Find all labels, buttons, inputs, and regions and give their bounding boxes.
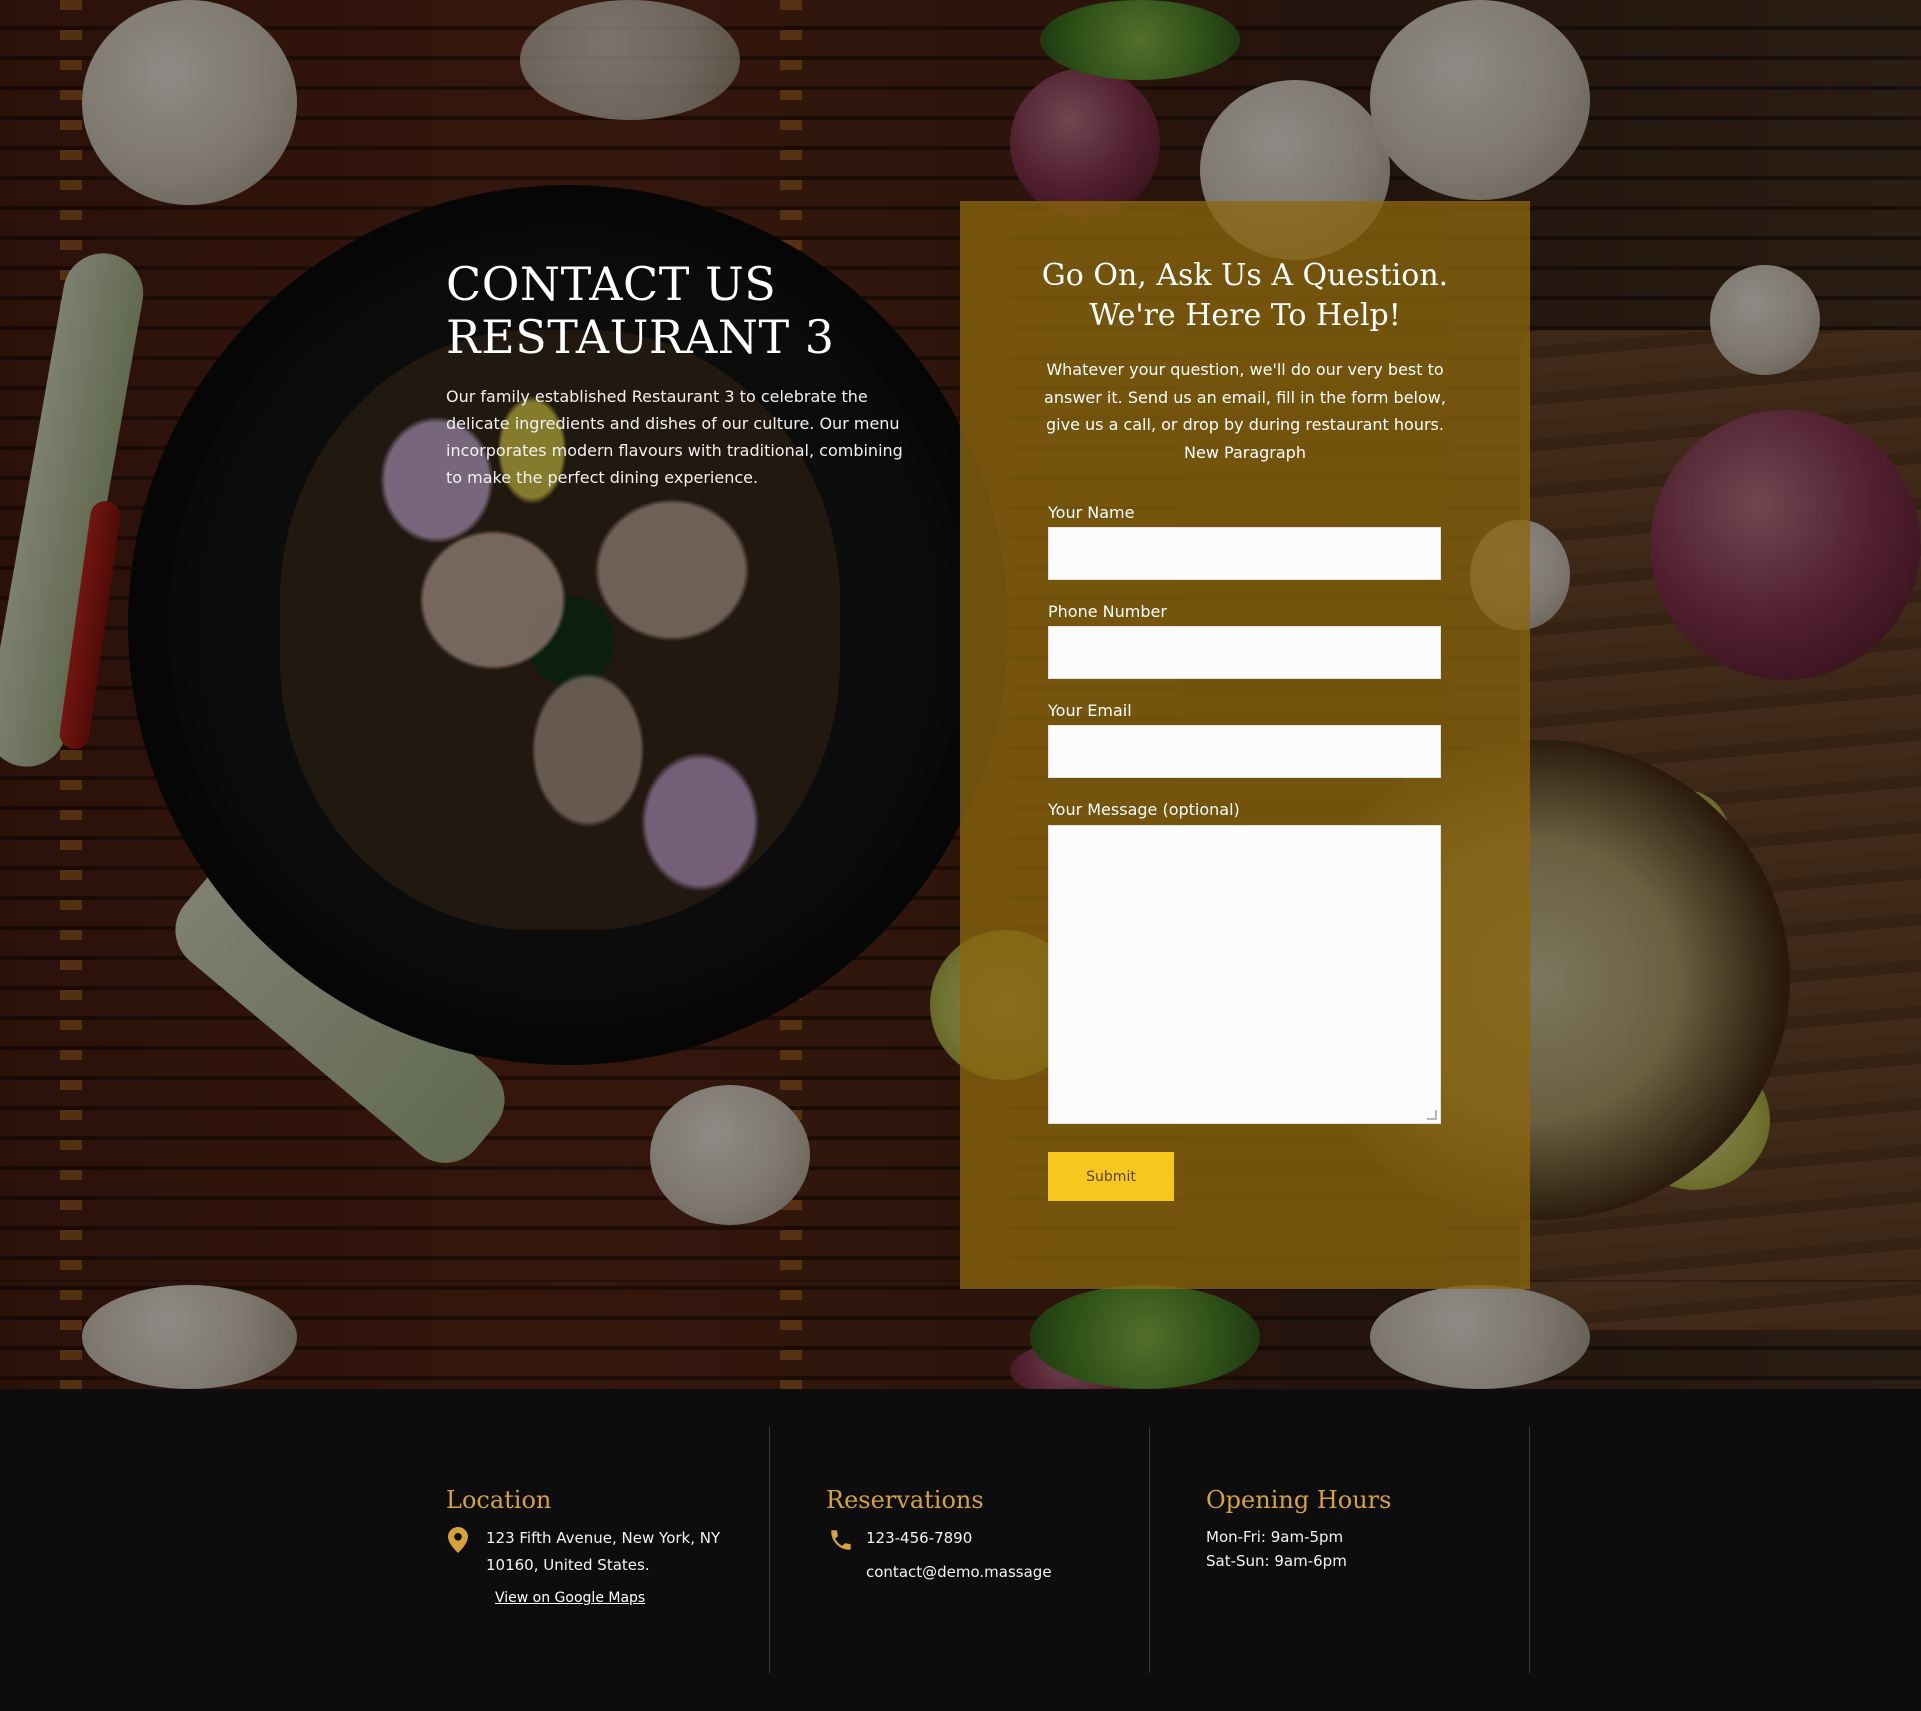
phone-label: Phone Number xyxy=(1048,602,1167,621)
contact-email[interactable]: contact@demo.massage xyxy=(826,1559,1126,1586)
intro-block: CONTACT US RESTAURANT 3 Our family estab… xyxy=(446,258,911,491)
email-input[interactable] xyxy=(1048,725,1441,778)
form-lead-text: Whatever your question, we'll do our ver… xyxy=(1044,360,1446,462)
email-label: Your Email xyxy=(1048,701,1132,720)
footer: Location 123 Fifth Avenue, New York, NY … xyxy=(0,1389,1921,1711)
google-maps-link[interactable]: View on Google Maps xyxy=(495,1590,645,1606)
page-title: CONTACT US RESTAURANT 3 xyxy=(446,257,835,364)
reservations-heading: Reservations xyxy=(826,1486,984,1514)
footer-divider xyxy=(1149,1427,1150,1673)
form-heading: Go On, Ask Us A Question. We're Here To … xyxy=(1041,258,1449,333)
message-textarea[interactable] xyxy=(1048,825,1441,1124)
submit-button[interactable]: Submit xyxy=(1048,1152,1174,1201)
map-pin-icon xyxy=(448,1527,468,1562)
message-label: Your Message (optional) xyxy=(1048,800,1240,819)
phone-input[interactable] xyxy=(1048,626,1441,679)
footer-divider xyxy=(1529,1427,1530,1673)
weekday-hours: Mon-Fri: 9am-5pm xyxy=(1206,1528,1344,1546)
name-label: Your Name xyxy=(1048,503,1135,522)
intro-description: Our family established Restaurant 3 to c… xyxy=(446,387,903,487)
resize-handle[interactable] xyxy=(1427,1110,1437,1120)
footer-reservations: Reservations 123-456-7890 contact@demo.m… xyxy=(826,1485,1126,1586)
address: 123 Fifth Avenue, New York, NY 10160, Un… xyxy=(446,1525,746,1579)
weekend-hours: Sat-Sun: 9am-6pm xyxy=(1206,1552,1347,1570)
footer-divider xyxy=(769,1427,770,1673)
footer-location: Location 123 Fifth Avenue, New York, NY … xyxy=(446,1485,746,1606)
footer-hours: Opening Hours Mon-Fri: 9am-5pm Sat-Sun: … xyxy=(1206,1485,1506,1573)
phone-icon xyxy=(828,1527,854,1562)
hours-heading: Opening Hours xyxy=(1206,1486,1392,1514)
contact-form-panel: Go On, Ask Us A Question. We're Here To … xyxy=(960,201,1530,1289)
name-input[interactable] xyxy=(1048,527,1441,580)
location-heading: Location xyxy=(446,1486,552,1514)
phone-number[interactable]: 123-456-7890 xyxy=(826,1525,1126,1552)
